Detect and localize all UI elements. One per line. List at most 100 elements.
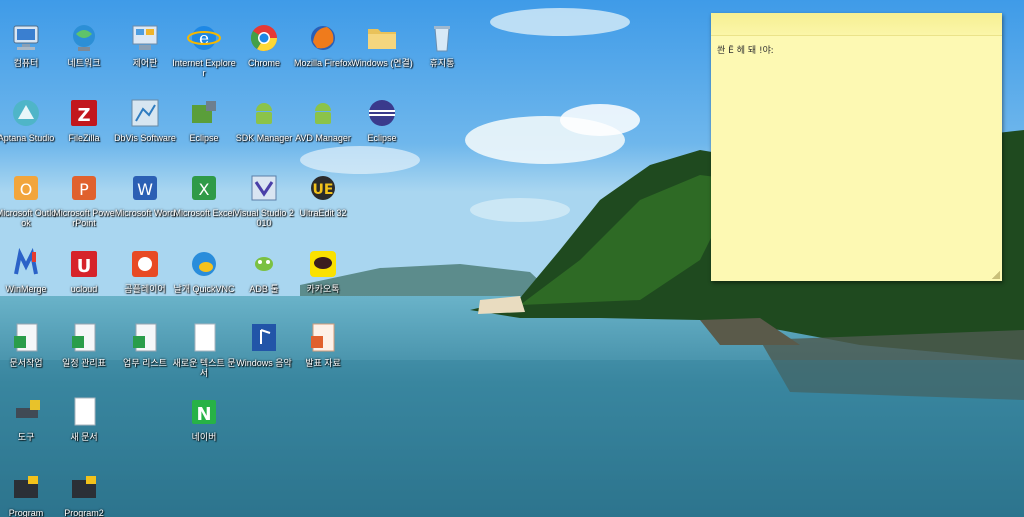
desktop-icon-blank-doc[interactable]: 새 문서 [52,394,116,442]
icon-label: Windows 음악 [236,358,292,368]
desktop-icon-program1[interactable]: Program [0,470,58,517]
icon-label: Windows (연결) [351,58,413,68]
icon-label: 새로운 텍스트 문서 [172,358,236,378]
desktop-icon-doc3[interactable]: 업무 리스트 [113,320,177,368]
tool-icon [16,400,40,418]
desktop-icon-powerpoint[interactable]: P Microsoft PowerPoint [52,170,116,228]
svg-text:U: U [77,256,92,277]
desktop-icon-chrome[interactable]: Chrome [232,20,296,68]
sticky-note-text[interactable]: 쏸 Ë 헤 돼 !야ː [717,43,774,56]
desktop-icon-avd-manager[interactable]: AVD Manager [291,95,355,143]
sticky-note-titlebar[interactable] [711,13,1002,36]
desktop-icon-music[interactable]: Windows 음악 [232,320,296,368]
icon-label: SDK Manager [235,133,293,143]
program-icon [14,476,38,498]
icon-label: FileZilla [68,133,100,143]
doc-icon [14,323,38,352]
desktop-icon-photo-app[interactable]: 곰플레이어 [113,246,177,294]
icon-label: ucloud [70,284,98,294]
icon-label: 휴지통 [429,58,455,68]
desktop-icon-eclipse[interactable]: Eclipse [350,95,414,143]
desktop-icon-program2[interactable]: Program2 [52,470,116,517]
desktop-icon-ppt-file[interactable]: 발표 자료 [291,320,355,368]
icon-label: 새 문서 [70,432,98,442]
desktop-icon-doc2[interactable]: 일정 관리표 [52,320,116,368]
icon-label: Aptana Studio [0,133,55,143]
icon-label: 네이버 [191,432,217,442]
icon-label: 문서작업 [9,358,43,368]
android-icon [315,103,331,124]
icon-label: 발표 자료 [305,358,341,368]
desktop[interactable]: 컴퓨터 Aptana Studio O Microsoft Outlook Wi… [0,0,1024,517]
desktop-icon-windows-folder[interactable]: Windows (연결) [350,20,414,68]
desktop-icon-bird-app[interactable]: 날개 QuickVNC [172,246,236,294]
svg-text:O: O [20,180,33,199]
filezilla-icon: Z [71,100,97,126]
eclipse-icon [369,100,395,126]
sticky-note[interactable]: 쏸 Ë 헤 돼 !야ː [711,13,1002,281]
program-icon [72,476,96,498]
resize-grip-icon[interactable] [992,271,1000,279]
android-icon [256,103,272,124]
icon-label: 업무 리스트 [123,358,167,368]
desktop-icon-naver[interactable]: N 네이버 [172,394,236,442]
desktop-icon-bug-app[interactable]: ADB 툴 [232,246,296,294]
chrome-icon [250,25,278,52]
icon-label: UltraEdit 32 [299,208,347,218]
desktop-icon-outlook[interactable]: O Microsoft Outlook [0,170,58,228]
desktop-icon-dbvis[interactable]: DbVis Software [113,95,177,143]
svg-text:W: W [137,180,153,199]
desktop-icon-control-panel[interactable]: 제어판 [113,20,177,68]
folder-icon [368,29,396,49]
desktop-icon-eclipse-tool[interactable]: Eclipse [172,95,236,143]
ie-icon: e [187,26,221,50]
desktop-icon-ultraedit[interactable]: UE UltraEdit 32 [291,170,355,218]
naver-icon: N [192,400,216,425]
firefox-icon [311,26,335,50]
control-panel-icon [132,25,158,50]
bird-app-icon [192,252,216,276]
svg-text:UE: UE [313,182,334,198]
desktop-icon-ie[interactable]: e Internet Explorer [172,20,236,78]
icon-label: Eclipse [189,133,219,143]
icon-label: Mozilla Firefox [293,58,352,68]
desktop-icon-sdk-manager[interactable]: SDK Manager [232,95,296,143]
desktop-icon-network[interactable]: 네트워크 [52,20,116,68]
svg-text:X: X [199,180,210,199]
icon-label: 도구 [17,432,35,442]
desktop-icon-firefox[interactable]: Mozilla Firefox [291,20,355,68]
desktop-icon-ucloud[interactable]: U ucloud [52,246,116,294]
outlook-icon: O [14,176,38,200]
desktop-icon-doc4[interactable]: 새로운 텍스트 문서 [172,320,236,378]
desktop-icon-visual-studio[interactable]: Visual Studio 2010 [232,170,296,228]
svg-text:Z: Z [77,105,90,126]
desktop-icon-excel[interactable]: X Microsoft Excel [172,170,236,218]
icon-label: 네트워크 [67,58,101,68]
doc-icon [133,323,157,352]
desktop-icon-aptana[interactable]: Aptana Studio [0,95,58,143]
desktop-icon-tool1[interactable]: 도구 [0,394,58,442]
desktop-icon-doc1[interactable]: 문서작업 [0,320,58,368]
eclipse-tool-icon [192,101,216,123]
bug-app-icon [255,257,273,271]
desktop-icon-kakaotalk[interactable]: 카카오톡 [291,246,355,294]
winmerge-icon [14,247,38,275]
icon-label: Microsoft PowerPoint [53,208,115,228]
recycle-bin-icon [434,26,450,52]
desktop-icon-winmerge[interactable]: WinMerge [0,246,58,294]
network-icon [73,25,95,51]
desktop-icon-filezilla[interactable]: Z FileZilla [52,95,116,143]
icon-label: 날개 QuickVNC [173,284,235,294]
blank-doc-icon [194,323,216,352]
icon-label: Program2 [64,508,104,517]
excel-icon: X [192,176,216,200]
desktop-icon-recycle-bin[interactable]: 휴지통 [410,20,474,68]
icon-label: ADB 툴 [249,284,279,294]
icon-label: 카카오톡 [306,284,340,294]
desktop-icon-word[interactable]: W Microsoft Word [113,170,177,218]
icon-label: Program [8,508,44,517]
icon-label: 제어판 [132,58,158,68]
icon-label: Microsoft Excel [173,208,235,218]
desktop-icon-computer[interactable]: 컴퓨터 [0,20,58,68]
icon-label: Eclipse [367,133,397,143]
